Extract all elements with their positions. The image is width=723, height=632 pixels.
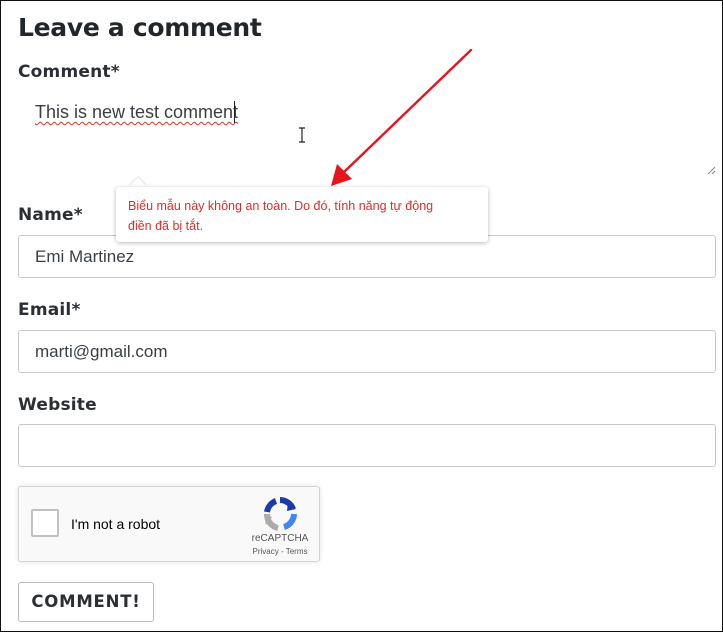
recaptcha-link-separator: - <box>278 547 286 556</box>
name-label: Name* <box>18 205 83 225</box>
recaptcha-privacy-link[interactable]: Privacy <box>253 547 279 556</box>
email-label: Email* <box>18 300 81 320</box>
recaptcha-links: Privacy - Terms <box>241 547 319 556</box>
comment-submit-button[interactable]: COMMENT! <box>18 582 154 622</box>
website-label: Website <box>18 395 97 415</box>
page-frame: Leave a comment Comment* This is new tes… <box>0 0 723 632</box>
recaptcha-label: I'm not a robot <box>71 516 161 532</box>
tooltip-line-1: Biểu mẫu này không an toàn. Do đó, tính … <box>128 199 434 213</box>
website-input[interactable] <box>18 424 716 467</box>
recaptcha-checkbox[interactable] <box>31 509 59 537</box>
text-caret <box>234 101 235 123</box>
resize-handle-icon[interactable] <box>707 166 716 175</box>
autofill-warning-tooltip: Biểu mẫu này không an toàn. Do đó, tính … <box>116 187 488 242</box>
comment-text: This is new test comment <box>35 102 239 122</box>
recaptcha-widget: I'm not a robot reCAPTCHA Privacy - Term… <box>18 486 320 562</box>
form-heading: Leave a comment <box>18 13 262 42</box>
comment-textarea[interactable]: This is new test comment <box>18 89 718 177</box>
recaptcha-brand: reCAPTCHA <box>251 533 309 544</box>
tooltip-line-2: điền đã bị tắt. <box>128 219 204 233</box>
email-input[interactable]: marti@gmail.com <box>18 330 716 373</box>
ibeam-cursor-icon <box>299 127 305 143</box>
comment-label: Comment* <box>18 62 120 82</box>
recaptcha-terms-link[interactable]: Terms <box>286 547 308 556</box>
recaptcha-logo-icon <box>264 497 297 531</box>
